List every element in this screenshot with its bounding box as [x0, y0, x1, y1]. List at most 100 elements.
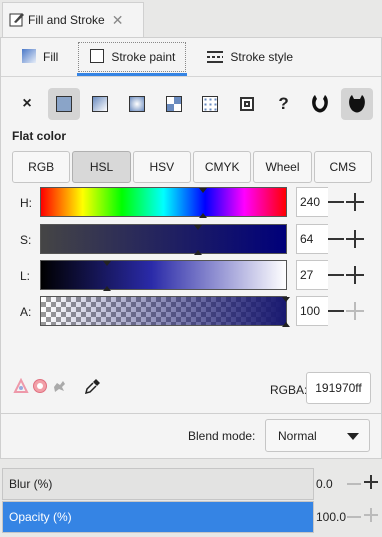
saturation-marker-bottom [193, 250, 202, 255]
hue-slider-row: H: 240 [1, 187, 382, 219]
fill-rule-evenodd-button[interactable] [304, 88, 336, 120]
opacity-progress[interactable]: Opacity (%) [2, 501, 314, 533]
blur-progress[interactable]: Blur (%) [2, 468, 314, 500]
radial-gradient-icon [128, 96, 145, 112]
fill-rule-nonzero-button[interactable] [340, 88, 373, 120]
close-icon[interactable]: ✕ [112, 12, 124, 29]
hue-marker-top [198, 188, 207, 193]
saturation-increment-button[interactable] [346, 230, 364, 248]
saturation-marker-top [193, 225, 202, 230]
lightness-slider[interactable] [40, 260, 287, 291]
color-managed-icon [13, 377, 29, 397]
opacity-row: Opacity (%) 100.0 [0, 501, 382, 534]
opacity-label: Opacity (%) [9, 510, 72, 524]
fill-icon [21, 48, 37, 67]
hue-label: H: [20, 196, 32, 210]
hue-marker-bottom [198, 213, 207, 218]
rgba-input[interactable]: 191970ff [306, 372, 371, 404]
hue-decrement-button[interactable] [328, 201, 344, 203]
too-much-ink-icon [51, 378, 67, 397]
tab-stroke-style-label: Stroke style [230, 50, 294, 64]
paint-pattern-button[interactable] [194, 88, 226, 120]
stroke-style-icon [206, 48, 224, 67]
unset-icon: ? [278, 94, 289, 113]
hue-slider[interactable] [40, 187, 287, 218]
alpha-slider[interactable] [40, 296, 290, 327]
opacity-decrement-button[interactable] [347, 516, 361, 518]
paint-radial-gradient-button[interactable] [121, 88, 153, 120]
fill-stroke-panel: Fill Stroke paint Stroke style × ? Flat … [0, 37, 382, 414]
saturation-label: S: [20, 233, 32, 247]
mesh-gradient-icon [165, 96, 182, 112]
mode-rgb-button[interactable]: RGB [12, 151, 71, 183]
hue-increment-button[interactable] [346, 193, 364, 211]
paint-swatch-button[interactable] [231, 88, 263, 120]
lightness-marker-top [103, 261, 112, 266]
blur-row: Blur (%) 0.0 [0, 468, 382, 501]
alpha-label: A: [20, 305, 32, 319]
alpha-value-input[interactable]: 100 [296, 296, 328, 326]
fill-stroke-icon [9, 11, 25, 30]
saturation-decrement-button[interactable] [328, 238, 344, 240]
alpha-decrement-button[interactable] [328, 310, 344, 312]
paint-mesh-gradient-button[interactable] [158, 88, 190, 120]
swatch-icon [239, 97, 254, 111]
linear-gradient-icon [92, 96, 109, 112]
nonzero-icon [347, 93, 367, 116]
alpha-slider-row: A: 100 [1, 296, 382, 328]
paint-unset-button[interactable]: ? [268, 88, 300, 120]
flat-color-heading: Flat color [12, 129, 67, 143]
paint-flat-color-button[interactable] [47, 88, 80, 120]
none-icon: × [22, 95, 32, 112]
pattern-icon [202, 96, 219, 112]
lightness-value-input[interactable]: 27 [296, 260, 328, 290]
tab-stroke-style[interactable]: Stroke style [196, 42, 303, 72]
evenodd-icon [310, 93, 330, 116]
lightness-marker-bottom [103, 286, 112, 291]
tab-fill[interactable]: Fill [11, 42, 68, 72]
opacity-increment-button [364, 508, 378, 522]
paint-tabs: Fill Stroke paint Stroke style [1, 38, 381, 76]
paint-linear-gradient-button[interactable] [84, 88, 116, 120]
chevron-down-icon [347, 433, 359, 440]
rgba-label: RGBA: [270, 383, 308, 397]
dock-tab-bar: Fill and Stroke ✕ [0, 0, 382, 37]
paint-type-row: × ? [11, 88, 373, 120]
stroke-paint-icon [89, 48, 105, 67]
tab-stroke-paint-label: Stroke paint [111, 50, 176, 64]
tab-divider [1, 76, 381, 77]
out-of-gamut-icon [32, 378, 48, 397]
saturation-slider[interactable] [40, 224, 287, 255]
alpha-increment-button [346, 302, 364, 320]
mode-cms-button[interactable]: CMS [313, 151, 372, 183]
saturation-value-input[interactable]: 64 [296, 224, 328, 254]
alpha-gradient [41, 297, 286, 325]
tab-fill-label: Fill [43, 50, 59, 64]
blend-mode-select[interactable]: Normal [265, 419, 370, 452]
opacity-value[interactable]: 100.0 [316, 510, 346, 524]
lightness-increment-button[interactable] [346, 266, 364, 284]
hue-value-input[interactable]: 240 [296, 187, 328, 217]
mode-hsl-button[interactable]: HSL [72, 151, 131, 183]
blend-mode-value: Normal [278, 428, 317, 443]
flat-color-icon [55, 96, 72, 112]
blur-value[interactable]: 0.0 [316, 477, 333, 491]
blur-decrement-button [347, 483, 361, 485]
paint-none-button[interactable]: × [11, 88, 43, 120]
blend-mode-label: Blend mode: [188, 429, 256, 443]
color-mode-row: RGB HSL HSV CMYK Wheel CMS [12, 151, 372, 183]
mode-cmyk-button[interactable]: CMYK [192, 151, 252, 183]
lightness-slider-row: L: 27 [1, 260, 382, 292]
tab-stroke-paint[interactable]: Stroke paint [77, 42, 188, 76]
alpha-marker-bottom [282, 322, 290, 327]
mode-hsv-button[interactable]: HSV [132, 151, 191, 183]
lightness-decrement-button[interactable] [328, 274, 344, 276]
blur-increment-button[interactable] [364, 475, 378, 489]
dock-tab-fill-and-stroke[interactable]: Fill and Stroke ✕ [2, 2, 144, 37]
blur-label: Blur (%) [9, 477, 53, 491]
lightness-label: L: [20, 269, 31, 283]
color-picker-icon[interactable] [84, 378, 101, 397]
color-tools [13, 377, 101, 397]
mode-wheel-button[interactable]: Wheel [253, 151, 312, 183]
blend-mode-section: Blend mode: Normal [0, 414, 382, 459]
